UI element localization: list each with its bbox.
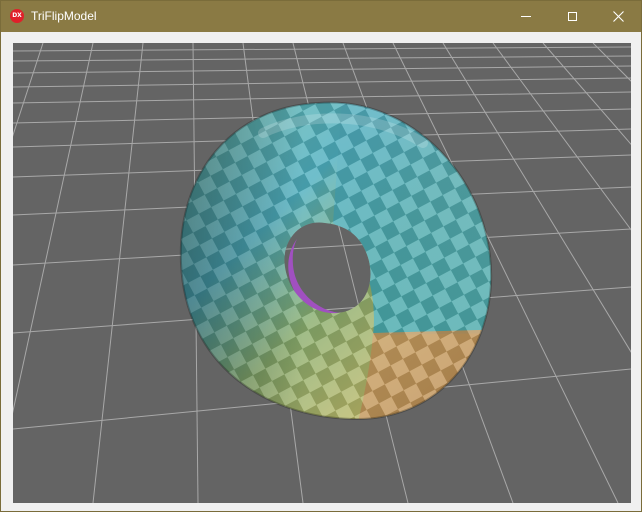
title-bar[interactable]: DX TriFlipModel — [1, 1, 641, 32]
app-icon: DX — [10, 9, 24, 23]
3d-viewport[interactable] — [13, 43, 631, 503]
3d-scene-icon — [13, 43, 631, 503]
maximize-icon — [567, 12, 577, 21]
close-button[interactable] — [595, 1, 641, 32]
maximize-button[interactable] — [549, 1, 595, 32]
minimize-icon — [521, 16, 531, 17]
close-icon — [612, 11, 624, 22]
app-window: DX TriFlipModel — [0, 0, 642, 512]
torus-model — [180, 102, 492, 420]
minimize-button[interactable] — [503, 1, 549, 32]
window-title: TriFlipModel — [31, 9, 97, 23]
